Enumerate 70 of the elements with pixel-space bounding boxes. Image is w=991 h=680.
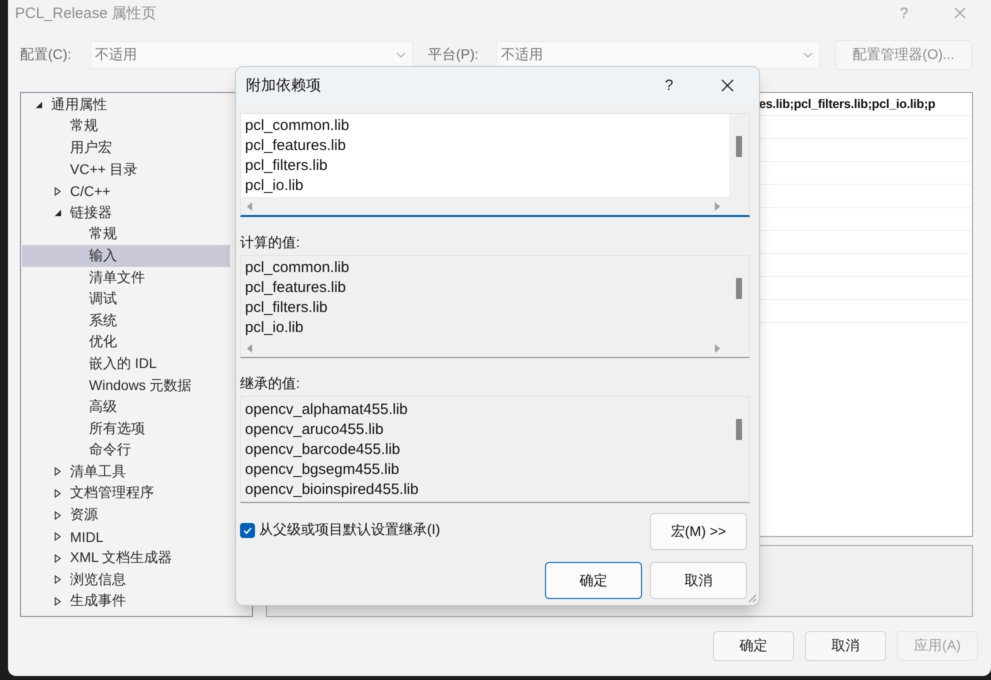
- collapsed-triangle-icon[interactable]: [53, 554, 62, 563]
- tree-item[interactable]: 调试: [22, 288, 230, 310]
- dialog-button[interactable]: 确定: [545, 562, 642, 599]
- tree-item[interactable]: 链接器: [22, 202, 230, 224]
- collapsed-triangle-icon[interactable]: [53, 532, 62, 542]
- list-line: opencv_alphamat455.lib: [245, 400, 409, 420]
- tree-item[interactable]: 常规: [22, 224, 230, 246]
- inherited-values-label: 继承的值:: [240, 374, 301, 393]
- list-line: opencv_bgsegm455.lib: [245, 460, 400, 480]
- tree-item[interactable]: XML 文档生成器: [22, 547, 230, 570]
- list-line: opencv_bioinspired455.lib: [245, 480, 420, 500]
- chevron-down-icon: [803, 52, 813, 58]
- list-line: pcl_io.lib: [245, 318, 304, 338]
- help-button[interactable]: ?: [659, 76, 679, 96]
- expanded-triangle-icon[interactable]: [34, 100, 43, 110]
- collapsed-triangle-icon[interactable]: [53, 467, 62, 476]
- chevron-down-icon: [396, 52, 406, 58]
- tree-item[interactable]: 清单文件: [22, 266, 230, 288]
- tree-item[interactable]: 所有选项: [22, 418, 230, 440]
- tree-item[interactable]: 常规: [22, 116, 230, 138]
- platform-label: 平台(P):: [428, 46, 480, 64]
- checkbox-label[interactable]: 从父级或项目默认设置继承(I): [259, 521, 440, 539]
- tree-item[interactable]: 嵌入的 IDL: [22, 353, 230, 375]
- list-line: opencv_barcode455.lib: [245, 440, 402, 460]
- list-line: pcl_common.lib: [245, 258, 350, 278]
- collapsed-triangle-icon[interactable]: [53, 510, 62, 520]
- platform-dropdown[interactable]: 不适用: [496, 41, 820, 69]
- macros-button[interactable]: 宏(M) >>: [650, 513, 747, 550]
- tree-item[interactable]: 优化: [22, 332, 230, 354]
- list-line: pcl_io.lib: [245, 176, 304, 196]
- close-icon: [954, 7, 966, 19]
- tree-item[interactable]: 生成事件: [22, 590, 230, 612]
- list-line: pcl_features.lib: [245, 136, 347, 156]
- computed-values-label: 计算的值:: [240, 233, 301, 252]
- tree-item[interactable]: 命令行: [22, 440, 230, 462]
- list-line: pcl_features.lib: [245, 278, 347, 298]
- property-value: es.lib;pcl_filters.lib;pcl_io.lib;p: [759, 97, 936, 111]
- dialog-title: 附加依赖项: [246, 76, 321, 95]
- list-line: pcl_filters.lib: [245, 298, 329, 318]
- configuration-dropdown[interactable]: 不适用: [90, 41, 413, 69]
- close-icon: [720, 79, 734, 92]
- tree-item[interactable]: 资源: [22, 504, 230, 526]
- collapsed-triangle-icon[interactable]: [53, 596, 62, 606]
- tree-item[interactable]: 输入: [22, 245, 230, 267]
- tree-item[interactable]: 清单工具: [22, 461, 230, 483]
- window-title: PCL_Release 属性页: [15, 4, 157, 22]
- tree-item[interactable]: VC++ 目录: [22, 158, 230, 180]
- collapsed-triangle-icon[interactable]: [53, 575, 62, 584]
- tree-item[interactable]: 文档管理程序: [22, 482, 230, 504]
- dialog-button[interactable]: 取消: [650, 562, 747, 599]
- tree-item[interactable]: 用户宏: [22, 137, 230, 159]
- tree-item[interactable]: 高级: [22, 396, 230, 418]
- tree-item[interactable]: Windows 元数据: [22, 374, 230, 396]
- list-line: pcl_common.lib: [245, 116, 350, 136]
- configuration-label: 配置(C):: [20, 46, 72, 64]
- tree-item[interactable]: 通用属性: [22, 94, 230, 116]
- dialog-button[interactable]: 取消: [805, 631, 886, 661]
- collapsed-triangle-icon[interactable]: [53, 488, 62, 498]
- resize-grip-icon: [747, 593, 757, 603]
- checkbox[interactable]: [240, 522, 255, 538]
- list-line: pcl_filters.lib: [245, 156, 329, 176]
- dependencies-input[interactable]: pcl_common.lib pcl_features.lib pcl_filters.lib pcl_io.lib: [240, 113, 750, 217]
- tree-item[interactable]: 浏览信息: [22, 569, 230, 591]
- expanded-triangle-icon[interactable]: [53, 208, 62, 218]
- list-line: opencv_aruco455.lib: [245, 420, 384, 440]
- dialog-button[interactable]: 确定: [713, 631, 794, 661]
- tree-item[interactable]: 系统: [22, 310, 230, 332]
- tree-item[interactable]: MIDL: [22, 526, 230, 548]
- collapsed-triangle-icon[interactable]: [53, 186, 62, 196]
- tree-item[interactable]: C/C++: [22, 180, 230, 202]
